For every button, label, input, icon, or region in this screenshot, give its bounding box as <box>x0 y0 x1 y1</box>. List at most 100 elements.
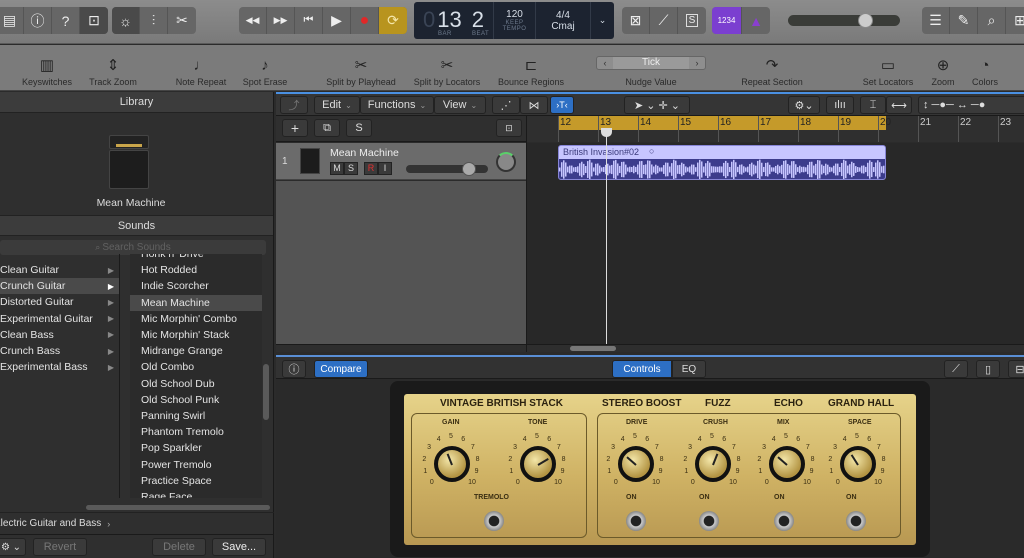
global-solo-button[interactable]: S <box>346 119 372 137</box>
pointer-tool-menu[interactable]: ➤ ⌄ ✛ ⌄ <box>624 96 690 114</box>
nudge-value[interactable]: Tick <box>613 57 689 69</box>
audio-region[interactable]: British Invasion#02 ○ <box>558 145 886 180</box>
back-button[interactable]: ⤴ <box>280 96 308 114</box>
tuner-edit-button[interactable]: ⟋ <box>944 360 968 378</box>
input-monitor-button[interactable]: I <box>378 162 392 175</box>
duplicate-track-button[interactable]: ⧉ <box>314 119 340 137</box>
patch-item[interactable]: Rage Face <box>130 489 262 498</box>
knob-crush[interactable] <box>695 446 731 482</box>
patch-item[interactable]: Honk n' Drive <box>130 254 262 262</box>
solo-button[interactable]: S <box>344 162 358 175</box>
patch-item[interactable]: Hot Rodded <box>130 262 262 278</box>
tuner-button[interactable]: ⟋ <box>650 7 678 34</box>
notepad-button[interactable]: ✎ <box>950 7 978 34</box>
patch-item[interactable]: Panning Swirl <box>130 408 262 424</box>
split-by-playhead-tool[interactable]: ✂ Split by Playhead <box>324 45 398 91</box>
patch-item[interactable]: Pop Sparkler <box>130 440 262 456</box>
settings-gear-button[interactable]: ⚙⌄ <box>788 96 820 114</box>
zoom-sliders[interactable]: ↕ ─●─ ↔ ─● <box>918 96 1024 114</box>
amp-designer-button[interactable]: ▯ <box>976 360 1000 378</box>
track-header[interactable]: 1 Mean Machine M S R I <box>276 143 526 180</box>
automation-button[interactable]: ⋰ <box>492 96 520 114</box>
toggle-switch[interactable] <box>626 511 646 531</box>
vertical-fit-button[interactable]: ⌶ <box>860 96 886 114</box>
library-button[interactable]: ▤ <box>0 7 24 34</box>
zoom-tool[interactable]: ⊕ Zoom <box>926 45 960 91</box>
global-tracks-button[interactable]: ⊡ <box>496 119 522 137</box>
toggle-switch[interactable] <box>484 511 504 531</box>
editors-button[interactable]: ⊡ <box>80 7 108 34</box>
editors-scissors-button[interactable]: ✂ <box>168 7 196 34</box>
category-item[interactable]: Crunch Bass ▶ <box>0 343 120 359</box>
track-volume-thumb[interactable] <box>461 162 476 176</box>
bounce-regions-tool[interactable]: ⊏ Bounce Regions <box>494 45 568 91</box>
horizontal-fit-button[interactable]: ⟷ <box>886 96 912 114</box>
knob-gain[interactable] <box>434 446 470 482</box>
mixer-button[interactable]: ⫶ <box>140 7 168 34</box>
flex-button[interactable]: ⋈ <box>520 96 548 114</box>
count-in-button[interactable]: 1234 <box>712 7 742 34</box>
patch-list-scrollbar[interactable] <box>263 364 269 420</box>
category-item[interactable]: Clean Bass ▶ <box>0 327 120 343</box>
pan-knob[interactable] <box>496 152 516 172</box>
patch-item[interactable]: Mean Machine <box>130 294 262 311</box>
autopunch-button[interactable]: ⊠ <box>622 7 650 34</box>
loop-browser-button[interactable]: ⌕ <box>978 7 1006 34</box>
patch-item[interactable]: Old Combo <box>130 359 262 375</box>
lcd-menu-button[interactable]: ⌄ <box>591 2 614 39</box>
edit-menu[interactable]: Edit ⌄ <box>314 96 360 114</box>
waveform-zoom-button[interactable]: ılıı <box>826 96 854 114</box>
catch-playhead-button[interactable]: ›T‹ <box>550 96 574 114</box>
keyswitches-tool[interactable]: ▥ Keyswitches <box>20 45 74 91</box>
repeat-section-tool[interactable]: ↷ Repeat Section <box>738 45 806 91</box>
patch-item[interactable]: Power Tremolo <box>130 456 262 472</box>
pedalboard-button[interactable]: ⊟ <box>1008 360 1024 378</box>
set-locators-tool[interactable]: ▭ Set Locators <box>860 45 916 91</box>
tab-controls[interactable]: Controls <box>612 360 672 378</box>
smart-controls-info-button[interactable]: ⓘ <box>282 360 306 378</box>
knob-space[interactable] <box>840 446 876 482</box>
list-editors-button[interactable]: ☰ <box>922 7 950 34</box>
solo-mode-button[interactable]: S <box>678 7 706 34</box>
patch-item[interactable]: Midrange Grange <box>130 343 262 359</box>
patch-item[interactable]: Practice Space <box>130 473 262 489</box>
patch-item[interactable]: Old School Dub <box>130 376 262 392</box>
view-menu[interactable]: View ⌄ <box>434 96 486 114</box>
toggle-switch[interactable] <box>774 511 794 531</box>
record-enable-button[interactable]: R <box>364 162 378 175</box>
metronome-button[interactable]: ▲ <box>742 7 770 34</box>
timeline-scrollbar[interactable] <box>570 346 616 351</box>
category-item[interactable]: Clean Guitar ▶ <box>0 262 120 278</box>
toggle-switch[interactable] <box>846 511 866 531</box>
fast-forward-button[interactable]: ▶▶ <box>267 7 295 34</box>
spot-erase-tool[interactable]: ♪ Spot Erase <box>240 45 290 91</box>
category-item[interactable]: Experimental Bass ▶ <box>0 359 120 375</box>
settings-menu-button[interactable]: ⚙ ⌄ <box>0 538 26 556</box>
horizontal-scrollbar[interactable] <box>86 505 270 510</box>
track-zoom-tool[interactable]: ⇕ Track Zoom <box>86 45 140 91</box>
functions-menu[interactable]: Functions ⌄ <box>360 96 434 114</box>
playhead[interactable] <box>601 128 612 344</box>
master-volume-slider[interactable] <box>788 13 900 28</box>
browsers-button[interactable]: ⊞ <box>1006 7 1024 34</box>
cycle-button[interactable]: ⟳ <box>379 7 407 34</box>
category-item[interactable]: Experimental Guitar ▶ <box>0 311 120 327</box>
patch-item[interactable]: Indie Scorcher <box>130 278 262 294</box>
delete-button[interactable]: Delete <box>152 538 206 556</box>
knob-tone[interactable] <box>520 446 556 482</box>
tab-eq[interactable]: EQ <box>672 360 706 378</box>
go-to-start-button[interactable]: ⏮ <box>295 7 323 34</box>
save-button[interactable]: Save... <box>212 538 266 556</box>
knob-mix[interactable] <box>769 446 805 482</box>
add-track-button[interactable]: + <box>282 119 308 137</box>
track-volume-slider[interactable] <box>406 162 488 176</box>
patch-item[interactable]: Phantom Tremolo <box>130 424 262 440</box>
nudge-right-button[interactable]: › <box>689 57 705 69</box>
patch-item[interactable]: Mic Morphin' Combo <box>130 311 262 327</box>
quick-help-button[interactable]: ⓘ <box>24 7 52 34</box>
search-sounds-input[interactable]: ⌕ Search Sounds <box>0 240 266 255</box>
nudge-left-button[interactable]: ‹ <box>597 57 613 69</box>
knob-drive[interactable] <box>618 446 654 482</box>
note-repeat-tool[interactable]: ♩ Note Repeat <box>172 45 230 91</box>
master-volume-thumb[interactable] <box>857 13 873 28</box>
